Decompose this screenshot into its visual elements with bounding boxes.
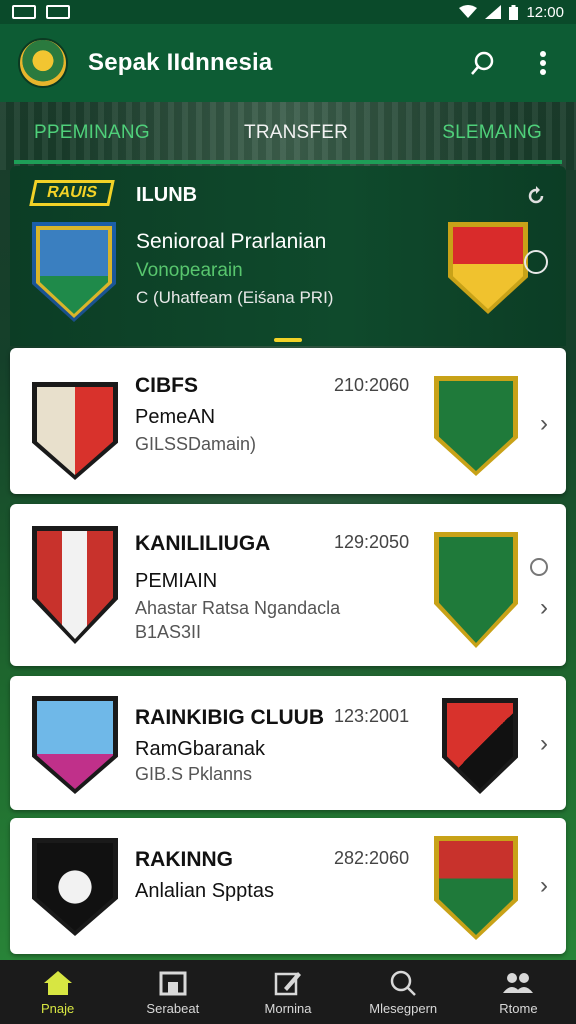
tab-ppeminang[interactable]: PPEMINANG <box>34 122 150 144</box>
chevron-right-icon[interactable]: › <box>540 594 548 622</box>
featured-subtitle: Vonopearain <box>136 260 243 281</box>
nav-store[interactable]: Serabeat <box>115 960 230 1024</box>
club-logo <box>32 838 118 936</box>
nav-label: Rtome <box>499 1000 538 1016</box>
chevron-right-icon[interactable]: › <box>540 410 548 438</box>
more-vert-icon <box>540 51 546 75</box>
nav-label: Serabeat <box>146 1000 200 1016</box>
club-title: KANILILIUGA <box>135 532 271 555</box>
club-subtitle: RamGbaranak <box>135 738 266 760</box>
club-crest <box>442 698 518 794</box>
app-bar: Sepak IIdnnesia <box>0 24 576 102</box>
wifi-icon <box>459 5 478 18</box>
player-photo <box>32 382 118 480</box>
store-icon <box>157 969 189 997</box>
tab-underline <box>14 160 562 164</box>
club-crest <box>434 376 518 476</box>
nav-home[interactable]: Pnaje <box>0 960 115 1024</box>
club-date: 282:2060 <box>334 848 410 868</box>
club-crest <box>434 836 518 940</box>
featured-select-radio[interactable] <box>524 250 548 274</box>
chevron-right-icon[interactable]: › <box>540 872 548 900</box>
club-title: RAKINNG <box>135 848 233 871</box>
app-title: Sepak IIdnnesia <box>88 49 273 76</box>
club-title: RAINKIBIG CLUUB <box>135 706 324 729</box>
nav-label: Pnaje <box>40 1000 75 1016</box>
club-extra: B1AS3II <box>135 622 202 642</box>
club-title: CIBFS <box>135 374 198 397</box>
club-card[interactable]: KANILILIUGA PEMIAIN Ahastar Ratsa Nganda… <box>10 504 566 666</box>
tab-slemaing[interactable]: SLEMAING <box>442 122 542 144</box>
club-date: 129:2050 <box>334 532 410 552</box>
nav-label: Mornina <box>264 1000 312 1016</box>
featured-name: Senioroal Prarlanian <box>136 230 327 253</box>
chevron-right-icon[interactable]: › <box>540 730 548 758</box>
bottom-navigation: Pnaje Serabeat Mornina Mlesegpern Rtome <box>0 960 576 1024</box>
club-subtitle: PEMIAIN <box>135 570 218 592</box>
featured-player-photo <box>32 222 116 322</box>
people-icon <box>502 969 534 997</box>
notification-icon <box>12 5 36 19</box>
club-select-radio[interactable] <box>530 558 548 576</box>
featured-label: ILUNB <box>136 184 198 206</box>
club-date: 210:2060 <box>334 375 410 395</box>
featured-club-crest <box>448 222 528 314</box>
search-icon <box>471 51 494 75</box>
carousel-indicator <box>274 338 302 342</box>
nav-label: Mlesegpern <box>369 1000 438 1016</box>
search-button[interactable] <box>468 48 498 78</box>
nav-people[interactable]: Rtome <box>461 960 576 1024</box>
club-card[interactable]: RAINKIBIG CLUUB RamGbaranak GIB.S Pklann… <box>10 676 566 810</box>
tab-transfer[interactable]: TRANSFER <box>244 122 348 144</box>
refresh-icon <box>528 186 544 204</box>
player-photo <box>32 526 118 644</box>
signal-icon <box>485 5 502 19</box>
club-detail: GIB.S Pklanns <box>135 764 253 784</box>
club-detail: GILSSDamain) <box>135 434 257 454</box>
club-crest <box>434 532 518 648</box>
club-card[interactable]: RAKINNG Anlalian Spptas 282:2060 › <box>10 818 566 954</box>
featured-badge: RAUIS <box>29 180 115 206</box>
club-detail: Ahastar Ratsa Ngandacla <box>135 598 341 618</box>
image-notification-icon <box>46 5 70 19</box>
club-card[interactable]: CIBFS PemeAN GILSSDamain) 210:2060 › <box>10 348 566 494</box>
club-date: 123:2001 <box>334 706 410 726</box>
more-options-button[interactable] <box>528 48 558 78</box>
featured-card[interactable]: RAUIS ILUNB Senioroal Prarlanian Vonopea… <box>10 166 566 346</box>
battery-icon <box>509 4 519 20</box>
nav-search[interactable]: Mlesegpern <box>346 960 461 1024</box>
featured-meta: C (Uhatfeam (Eiśana PRI) <box>136 288 334 307</box>
player-photo <box>32 696 118 794</box>
app-logo <box>18 38 68 88</box>
tab-bar: PPEMINANG TRANSFER SLEMAING <box>0 102 576 164</box>
club-subtitle: PemeAN <box>135 406 216 428</box>
status-bar: 12:00 <box>0 0 576 24</box>
club-subtitle: Anlalian Spptas <box>135 880 274 902</box>
refresh-button[interactable] <box>526 186 546 211</box>
home-icon <box>42 969 74 997</box>
nav-edit[interactable]: Mornina <box>230 960 345 1024</box>
status-time: 12:00 <box>526 3 564 21</box>
search-icon <box>387 969 419 997</box>
edit-icon <box>272 969 304 997</box>
